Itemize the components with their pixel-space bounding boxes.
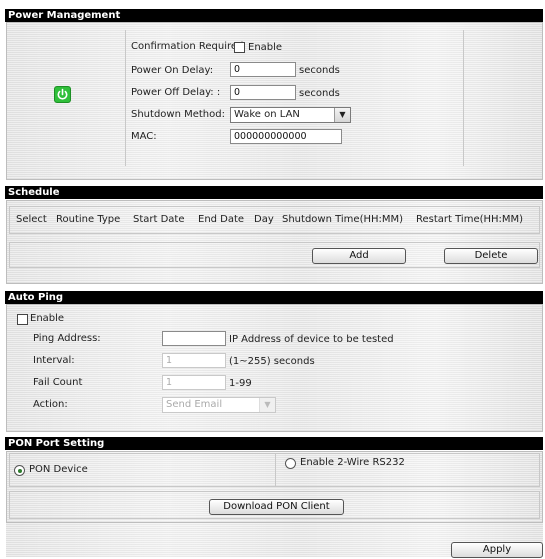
power-management-title: Power Management	[8, 10, 121, 21]
interval-hint: (1~255) seconds	[229, 356, 315, 367]
pon-port-title: PON Port Setting	[8, 438, 105, 449]
mac-label: MAC:	[131, 131, 157, 142]
auto-ping-enable-label: Enable	[30, 313, 65, 324]
confirmation-enable-checkbox[interactable]	[234, 42, 245, 53]
ping-address-input[interactable]	[162, 331, 226, 346]
col-routine-type: Routine Type	[56, 214, 121, 225]
confirmation-required-label: Confirmation Required	[131, 41, 244, 52]
col-restart-time: Restart Time(HH:MM)	[416, 214, 524, 225]
power-management-divider-right	[463, 30, 464, 166]
pon-options-divider	[275, 454, 276, 486]
ping-address-hint: IP Address of device to be tested	[229, 334, 394, 345]
confirmation-enable-label: Enable	[248, 42, 283, 53]
power-on-delay-input[interactable]: 0	[230, 62, 296, 77]
shutdown-method-value: Wake on LAN	[234, 109, 300, 120]
power-management-header: Power Management	[5, 9, 543, 22]
chevron-down-icon: ▼	[334, 108, 350, 122]
add-button[interactable]: Add	[312, 248, 406, 264]
col-select: Select	[16, 214, 47, 225]
power-icon	[54, 86, 71, 103]
auto-ping-header: Auto Ping	[5, 291, 543, 304]
action-value: Send Email	[166, 399, 223, 410]
col-shutdown-time: Shutdown Time(HH:MM)	[282, 214, 404, 225]
power-on-delay-label: Power On Delay:	[131, 65, 214, 76]
col-start-date: Start Date	[133, 214, 185, 225]
pon-port-header: PON Port Setting	[5, 437, 543, 450]
power-on-delay-unit: seconds	[299, 65, 340, 76]
action-select[interactable]: Send Email ▼	[162, 397, 276, 413]
pon-device-radio[interactable]	[14, 465, 25, 476]
col-day: Day	[254, 214, 274, 225]
pon-device-label: PON Device	[29, 464, 88, 475]
auto-ping-enable-checkbox[interactable]	[17, 314, 28, 325]
power-off-delay-unit: seconds	[299, 88, 340, 99]
power-management-divider	[125, 30, 126, 166]
fail-count-input[interactable]: 1	[162, 375, 226, 390]
fail-count-hint: 1-99	[229, 378, 252, 389]
delete-button[interactable]: Delete	[444, 248, 538, 264]
shutdown-method-label: Shutdown Method:	[131, 109, 225, 120]
fail-count-label: Fail Count	[33, 377, 83, 388]
mac-input[interactable]: 000000000000	[230, 129, 342, 144]
power-off-delay-label: Power Off Delay: :	[131, 87, 221, 98]
power-off-delay-input[interactable]: 0	[230, 85, 296, 100]
interval-input[interactable]: 1	[162, 353, 226, 368]
enable-2wire-radio[interactable]	[285, 458, 296, 469]
action-label: Action:	[33, 399, 68, 410]
interval-label: Interval:	[33, 355, 75, 366]
ping-address-label: Ping Address:	[33, 333, 101, 344]
schedule-title: Schedule	[8, 187, 60, 198]
enable-2wire-label: Enable 2-Wire RS232	[300, 457, 405, 468]
shutdown-method-select[interactable]: Wake on LAN ▼	[230, 107, 351, 123]
schedule-header: Schedule	[5, 186, 543, 199]
auto-ping-title: Auto Ping	[8, 292, 64, 303]
apply-button[interactable]: Apply	[451, 542, 543, 558]
download-pon-client-button[interactable]: Download PON Client	[209, 499, 344, 515]
col-end-date: End Date	[198, 214, 245, 225]
chevron-down-icon: ▼	[259, 398, 275, 412]
